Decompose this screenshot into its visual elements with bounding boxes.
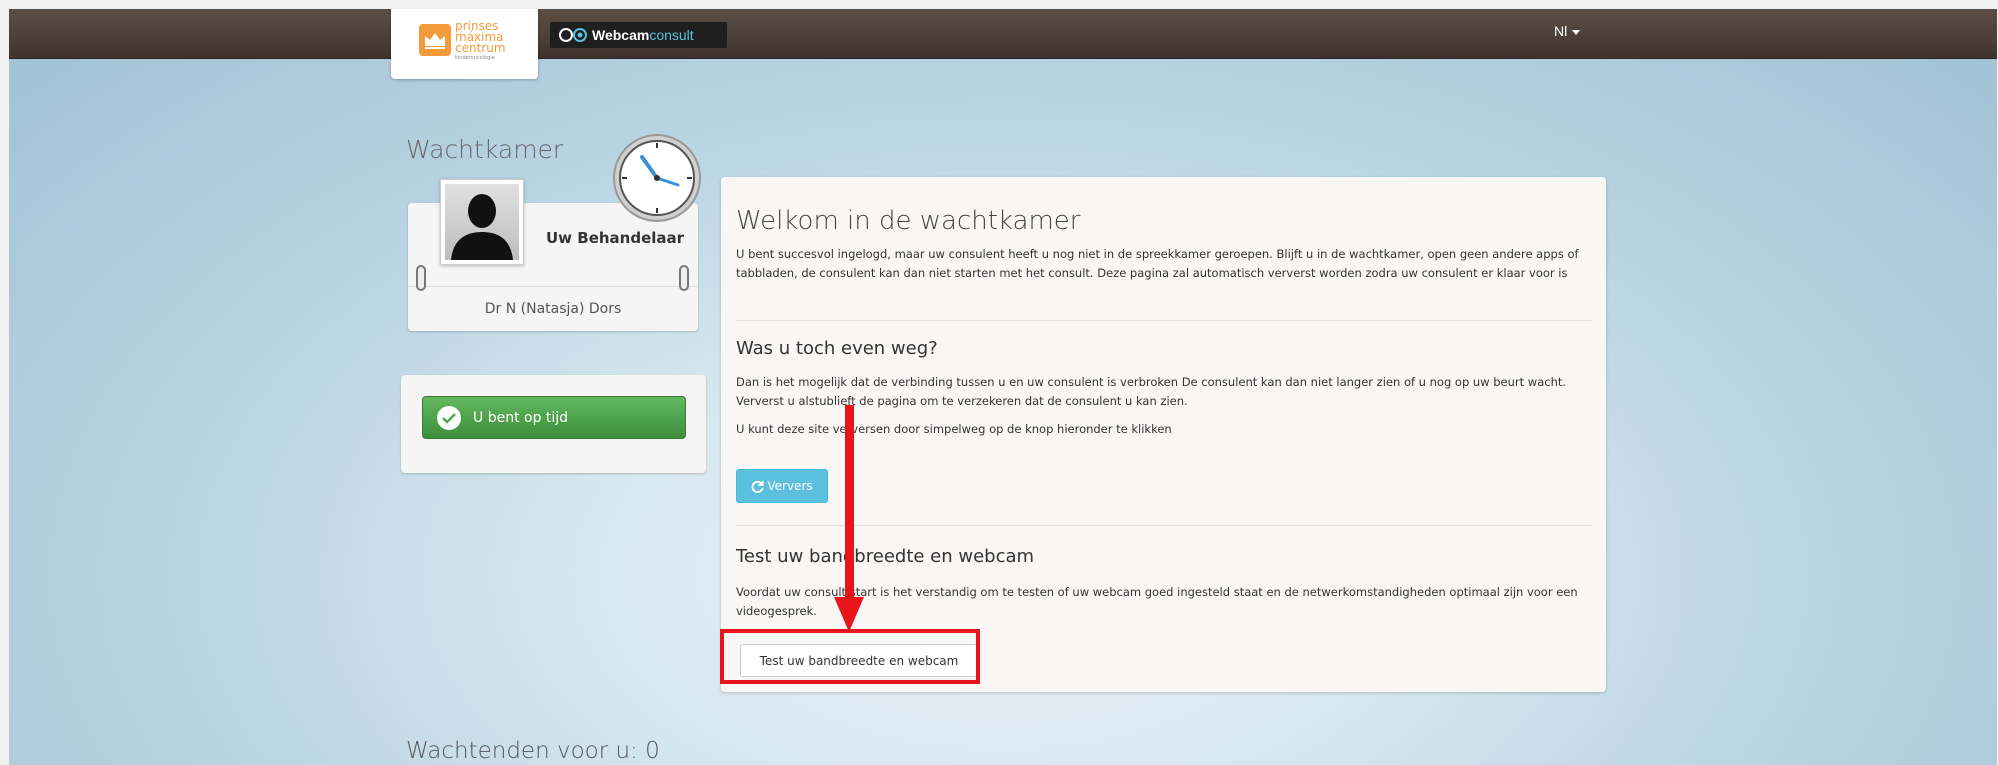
refresh-icon — [751, 480, 764, 493]
binder-ring-icon — [416, 265, 426, 291]
binder-ring-icon — [679, 265, 689, 291]
language-dropdown[interactable]: Nl — [1554, 23, 1581, 39]
queue-count: Wachtenden voor u: 0 — [406, 738, 660, 764]
welcome-title: Welkom in de wachtkamer — [736, 206, 1081, 236]
section-divider — [736, 525, 1592, 526]
away-title: Was u toch even weg? — [736, 338, 938, 359]
annotation-arrow — [845, 405, 854, 599]
status-text: U bent op tijd — [473, 409, 569, 426]
clock-icon — [612, 133, 702, 223]
checkmark-icon — [437, 405, 461, 430]
practitioner-name: Dr N (Natasja) Dors — [484, 301, 622, 317]
refresh-hint: U kunt deze site verversen door simpelwe… — [736, 422, 1172, 436]
logo-name: prinses máxima centrum — [455, 19, 506, 55]
practitioner-label: Uw Behandelaar — [546, 229, 685, 247]
test-title: Test uw bandbreedte en webcam — [736, 546, 1035, 567]
person-silhouette-icon — [451, 194, 513, 260]
refresh-button-label: Ververs — [767, 479, 813, 493]
test-bandwidth-button[interactable]: Test uw bandbreedte en webcam — [740, 644, 978, 677]
app-frame: Webcam consult Nl prinses máxima centrum… — [9, 9, 1997, 765]
away-text: Dan is het mogelijk dat de verbinding tu… — [736, 375, 1567, 408]
caret-down-icon — [1572, 29, 1581, 35]
webcam-rings-icon — [558, 27, 590, 43]
card-divider — [408, 286, 698, 287]
status-card: U bent op tijd — [401, 375, 706, 473]
refresh-button[interactable]: Ververs — [736, 469, 828, 503]
test-text: Voordat uw consult start is het verstand… — [736, 585, 1578, 618]
pmc-logo[interactable]: prinses máxima centrum kinderoncologie — [391, 9, 538, 79]
app-name-light: consult — [649, 27, 694, 43]
welcome-text: U bent succesvol ingelogd, maar uw consu… — [736, 247, 1579, 280]
waiting-room-title: Wachtkamer — [406, 135, 564, 164]
webcamconsult-logo[interactable]: Webcam consult — [550, 22, 727, 48]
language-label: Nl — [1554, 23, 1568, 39]
avatar — [440, 179, 524, 265]
on-time-status-badge: U bent op tijd — [422, 396, 686, 439]
annotation-arrow-head — [834, 597, 864, 632]
app-name-bold: Webcam — [592, 27, 650, 43]
section-divider — [736, 320, 1592, 321]
top-navbar: Webcam consult Nl — [9, 9, 1997, 59]
logo-subtitle: kinderoncologie — [455, 55, 495, 61]
crown-icon — [419, 24, 451, 56]
logo-text: prinses máxima centrum kinderoncologie — [455, 19, 535, 61]
